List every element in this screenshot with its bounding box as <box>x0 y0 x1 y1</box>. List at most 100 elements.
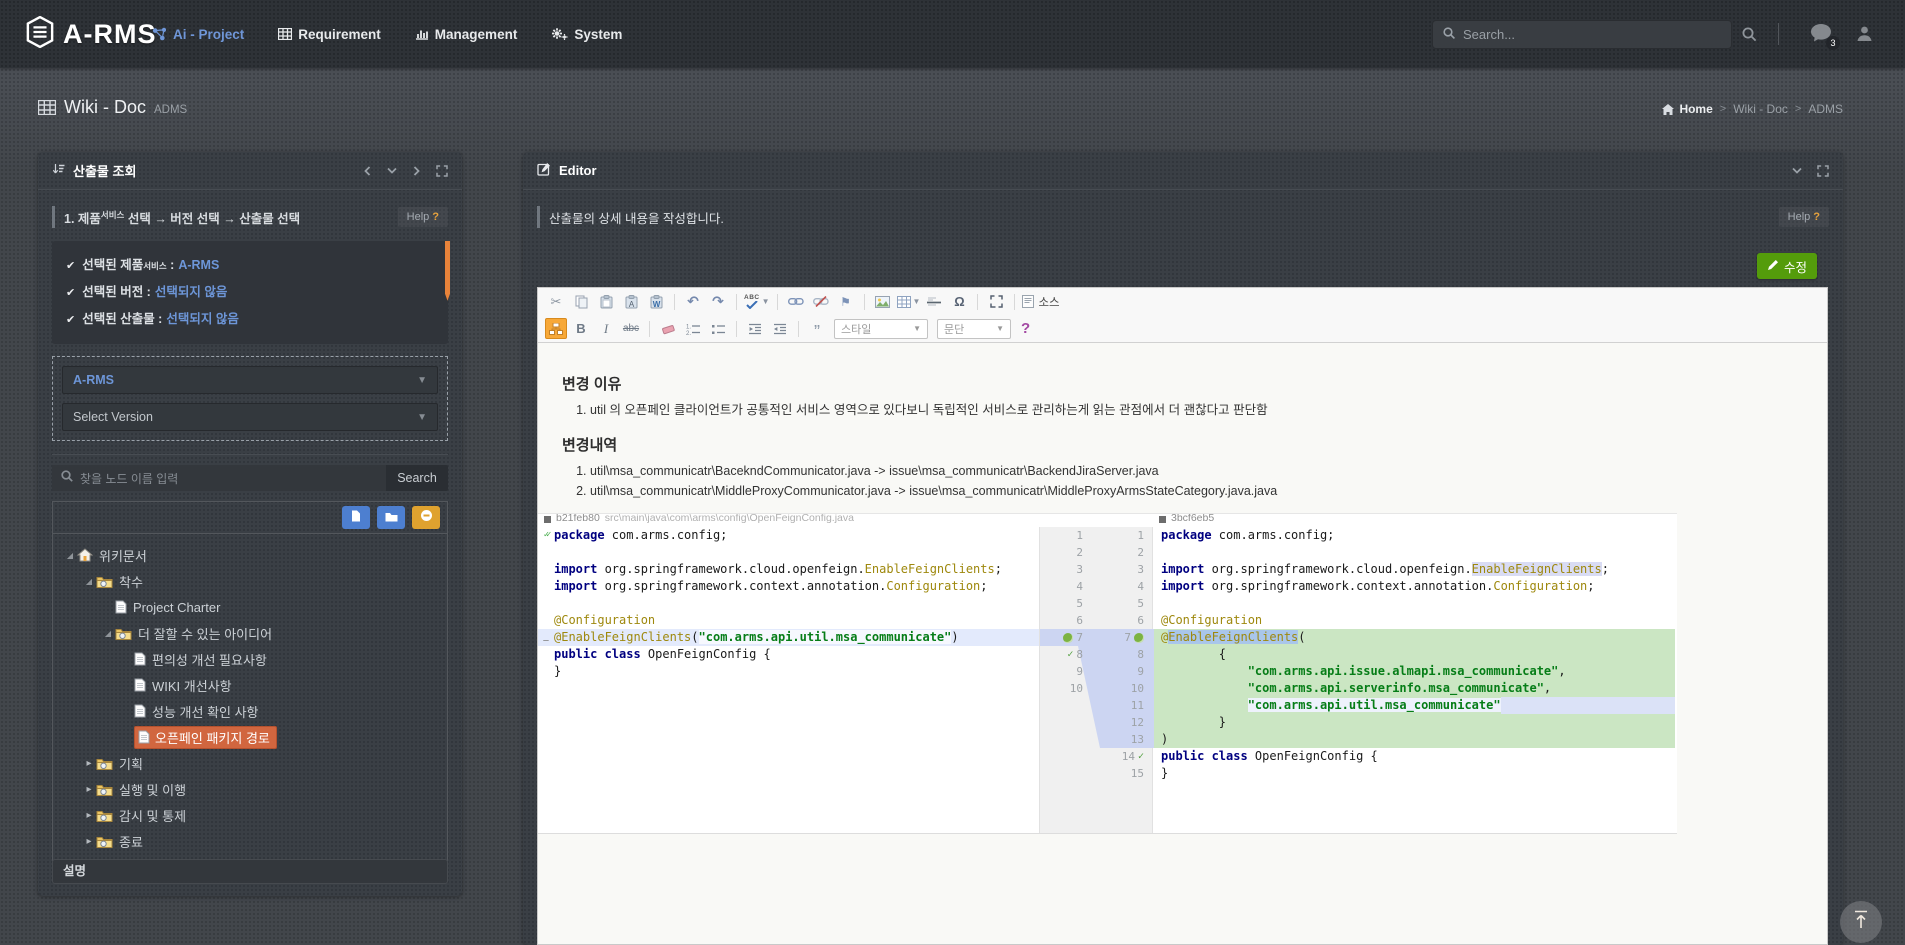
tree-item[interactable]: 오픈페인 패키지 경로 <box>57 724 443 750</box>
expand-icon[interactable] <box>1817 165 1829 177</box>
tree-item[interactable]: ▸종료 <box>57 828 443 854</box>
outdent-icon[interactable] <box>744 318 766 339</box>
tree-item[interactable]: ◢위키문서 <box>57 542 443 568</box>
table-icon[interactable]: ▼ <box>897 291 921 312</box>
help-button[interactable]: Help? <box>1779 207 1829 227</box>
chevron-left-icon[interactable] <box>363 166 372 176</box>
comments-icon[interactable]: 3 <box>1810 23 1836 47</box>
select-group: A-RMS▼ Select Version▼ <box>52 356 448 441</box>
image-icon[interactable] <box>872 291 894 312</box>
tree-item-selected[interactable]: 오픈페인 패키지 경로 <box>134 726 277 749</box>
new-doc-button[interactable] <box>342 506 370 529</box>
chevron-right-icon[interactable] <box>412 166 421 176</box>
indent-icon[interactable] <box>769 318 791 339</box>
nav-item-management[interactable]: Management <box>415 27 518 42</box>
bold-icon[interactable]: B <box>570 318 592 339</box>
format-select[interactable]: 문단▼ <box>937 319 1011 339</box>
editor-content[interactable]: 변경 이유 util 의 오픈페인 클라이언트가 공통적인 서비스 영역으로 있… <box>538 343 1827 834</box>
tree-item[interactable]: ◢더 잘할 수 있는 아이디어 <box>57 620 443 646</box>
tree-closed-marker[interactable]: ▸ <box>82 784 96 795</box>
breadcrumb-item[interactable]: ADMS <box>1808 102 1843 116</box>
remove-format-icon[interactable] <box>657 318 679 339</box>
collapse-square-icon[interactable] <box>1159 516 1166 523</box>
search-submit-icon[interactable] <box>1742 27 1757 47</box>
special-char-icon[interactable]: Ω <box>948 291 970 312</box>
modify-button[interactable]: 수정 <box>1757 253 1817 279</box>
diff-code-line <box>538 748 1039 765</box>
nav-item-ai-project[interactable]: Ai - Project <box>152 27 244 42</box>
content-heading-2: 변경내역 <box>562 434 1827 455</box>
remove-button[interactable] <box>412 506 440 529</box>
tree-item[interactable]: 편의성 개선 필요사항 <box>57 646 443 672</box>
tree-closed-marker[interactable]: ▸ <box>82 758 96 769</box>
bulleted-list-icon[interactable] <box>707 318 729 339</box>
diff-code-line: ✓✓package com.arms.config; <box>538 527 1039 544</box>
tree-open-marker[interactable]: ◢ <box>82 577 96 586</box>
chevron-down-icon[interactable] <box>1792 166 1802 175</box>
blockquote-icon[interactable]: ” <box>806 321 828 342</box>
tree-open-marker[interactable]: ◢ <box>101 629 115 638</box>
scroll-to-top-button[interactable] <box>1840 901 1882 943</box>
diff-code-line <box>538 765 1039 782</box>
source-button[interactable]: 소스 <box>1022 291 1059 312</box>
gutter-icon <box>1063 633 1073 643</box>
version-select[interactable]: Select Version▼ <box>62 403 438 431</box>
copy-icon[interactable] <box>570 291 592 312</box>
navbar-search-input[interactable]: Search... <box>1432 20 1732 49</box>
tree-closed-marker[interactable]: ▸ <box>82 810 96 821</box>
nav-item-system[interactable]: System <box>551 27 622 42</box>
maximize-icon[interactable] <box>985 291 1007 312</box>
redo-icon[interactable]: ↷ <box>707 291 729 312</box>
tree-item[interactable]: 성능 개선 확인 사항 <box>57 698 443 724</box>
horizontal-rule-icon[interactable] <box>923 291 945 312</box>
product-select[interactable]: A-RMS▼ <box>62 366 438 394</box>
numbered-list-icon[interactable]: 1.2. <box>682 318 704 339</box>
tree-item[interactable]: ▸감시 및 통제 <box>57 802 443 828</box>
editor-help-icon[interactable]: ? <box>1021 320 1030 337</box>
expand-icon[interactable] <box>436 165 448 177</box>
breadcrumb-item[interactable]: Wiki - Doc <box>1733 102 1788 116</box>
anchor-flag-icon[interactable]: ⚑ <box>835 291 857 312</box>
navbar-menu: Ai - Project Requirement Management System <box>152 0 622 68</box>
diff-left-pane[interactable]: ✓✓package com.arms.config;import org.spr… <box>538 527 1039 833</box>
help-button[interactable]: Help? <box>398 207 448 227</box>
tree-item[interactable]: ▸실행 및 이행 <box>57 776 443 802</box>
tree-item[interactable]: ◢착수 <box>57 568 443 594</box>
undo-icon[interactable]: ↶ <box>682 291 704 312</box>
diff-gutter-row: 44 <box>1040 578 1152 595</box>
nav-item-requirement[interactable]: Requirement <box>278 27 381 42</box>
strikethrough-icon[interactable]: abc <box>620 318 642 339</box>
gutter-icon: ✓ <box>1067 646 1073 663</box>
style-select[interactable]: 스타일▼ <box>834 319 928 339</box>
node-search-button[interactable]: Search <box>386 465 448 491</box>
italic-icon[interactable]: I <box>595 318 617 339</box>
folder-icon <box>96 809 113 822</box>
paste-word-icon[interactable]: W <box>645 291 667 312</box>
doc-icon <box>134 678 146 692</box>
unlink-icon[interactable] <box>810 291 832 312</box>
diff-right-pane[interactable]: package com.arms.config;import org.sprin… <box>1153 527 1675 833</box>
link-icon[interactable] <box>785 291 807 312</box>
tree-item[interactable]: WIKI 개선사항 <box>57 672 443 698</box>
paste-icon[interactable] <box>595 291 617 312</box>
breadcrumb-item[interactable]: Home <box>1662 102 1712 116</box>
chevron-down-icon[interactable] <box>387 166 397 175</box>
tree-item[interactable]: Project Charter <box>57 594 443 620</box>
selection-row: ✔선택된 제품서비스 :A-RMS <box>66 252 434 279</box>
node-search-input[interactable]: 찾을 노드 이름 입력 <box>52 465 386 491</box>
cut-icon[interactable]: ✂ <box>545 291 567 312</box>
brand-logo[interactable]: A-RMS <box>26 16 157 53</box>
tree-closed-marker[interactable]: ▸ <box>82 836 96 847</box>
caret-down-icon: ▼ <box>417 375 427 386</box>
spellcheck-icon[interactable]: ABC ▼ <box>744 291 770 312</box>
tree-item[interactable]: ▸기획 <box>57 750 443 776</box>
description-bar[interactable]: 설명 <box>52 859 448 884</box>
user-icon[interactable] <box>1856 25 1873 47</box>
paste-text-icon[interactable]: A <box>620 291 642 312</box>
blocks-icon[interactable] <box>545 318 567 339</box>
open-folder-button[interactable] <box>377 506 405 529</box>
collapse-square-icon[interactable] <box>544 516 551 523</box>
doc-icon <box>134 652 146 666</box>
diff-code-line <box>1153 544 1675 561</box>
tree-open-marker[interactable]: ◢ <box>63 551 77 560</box>
